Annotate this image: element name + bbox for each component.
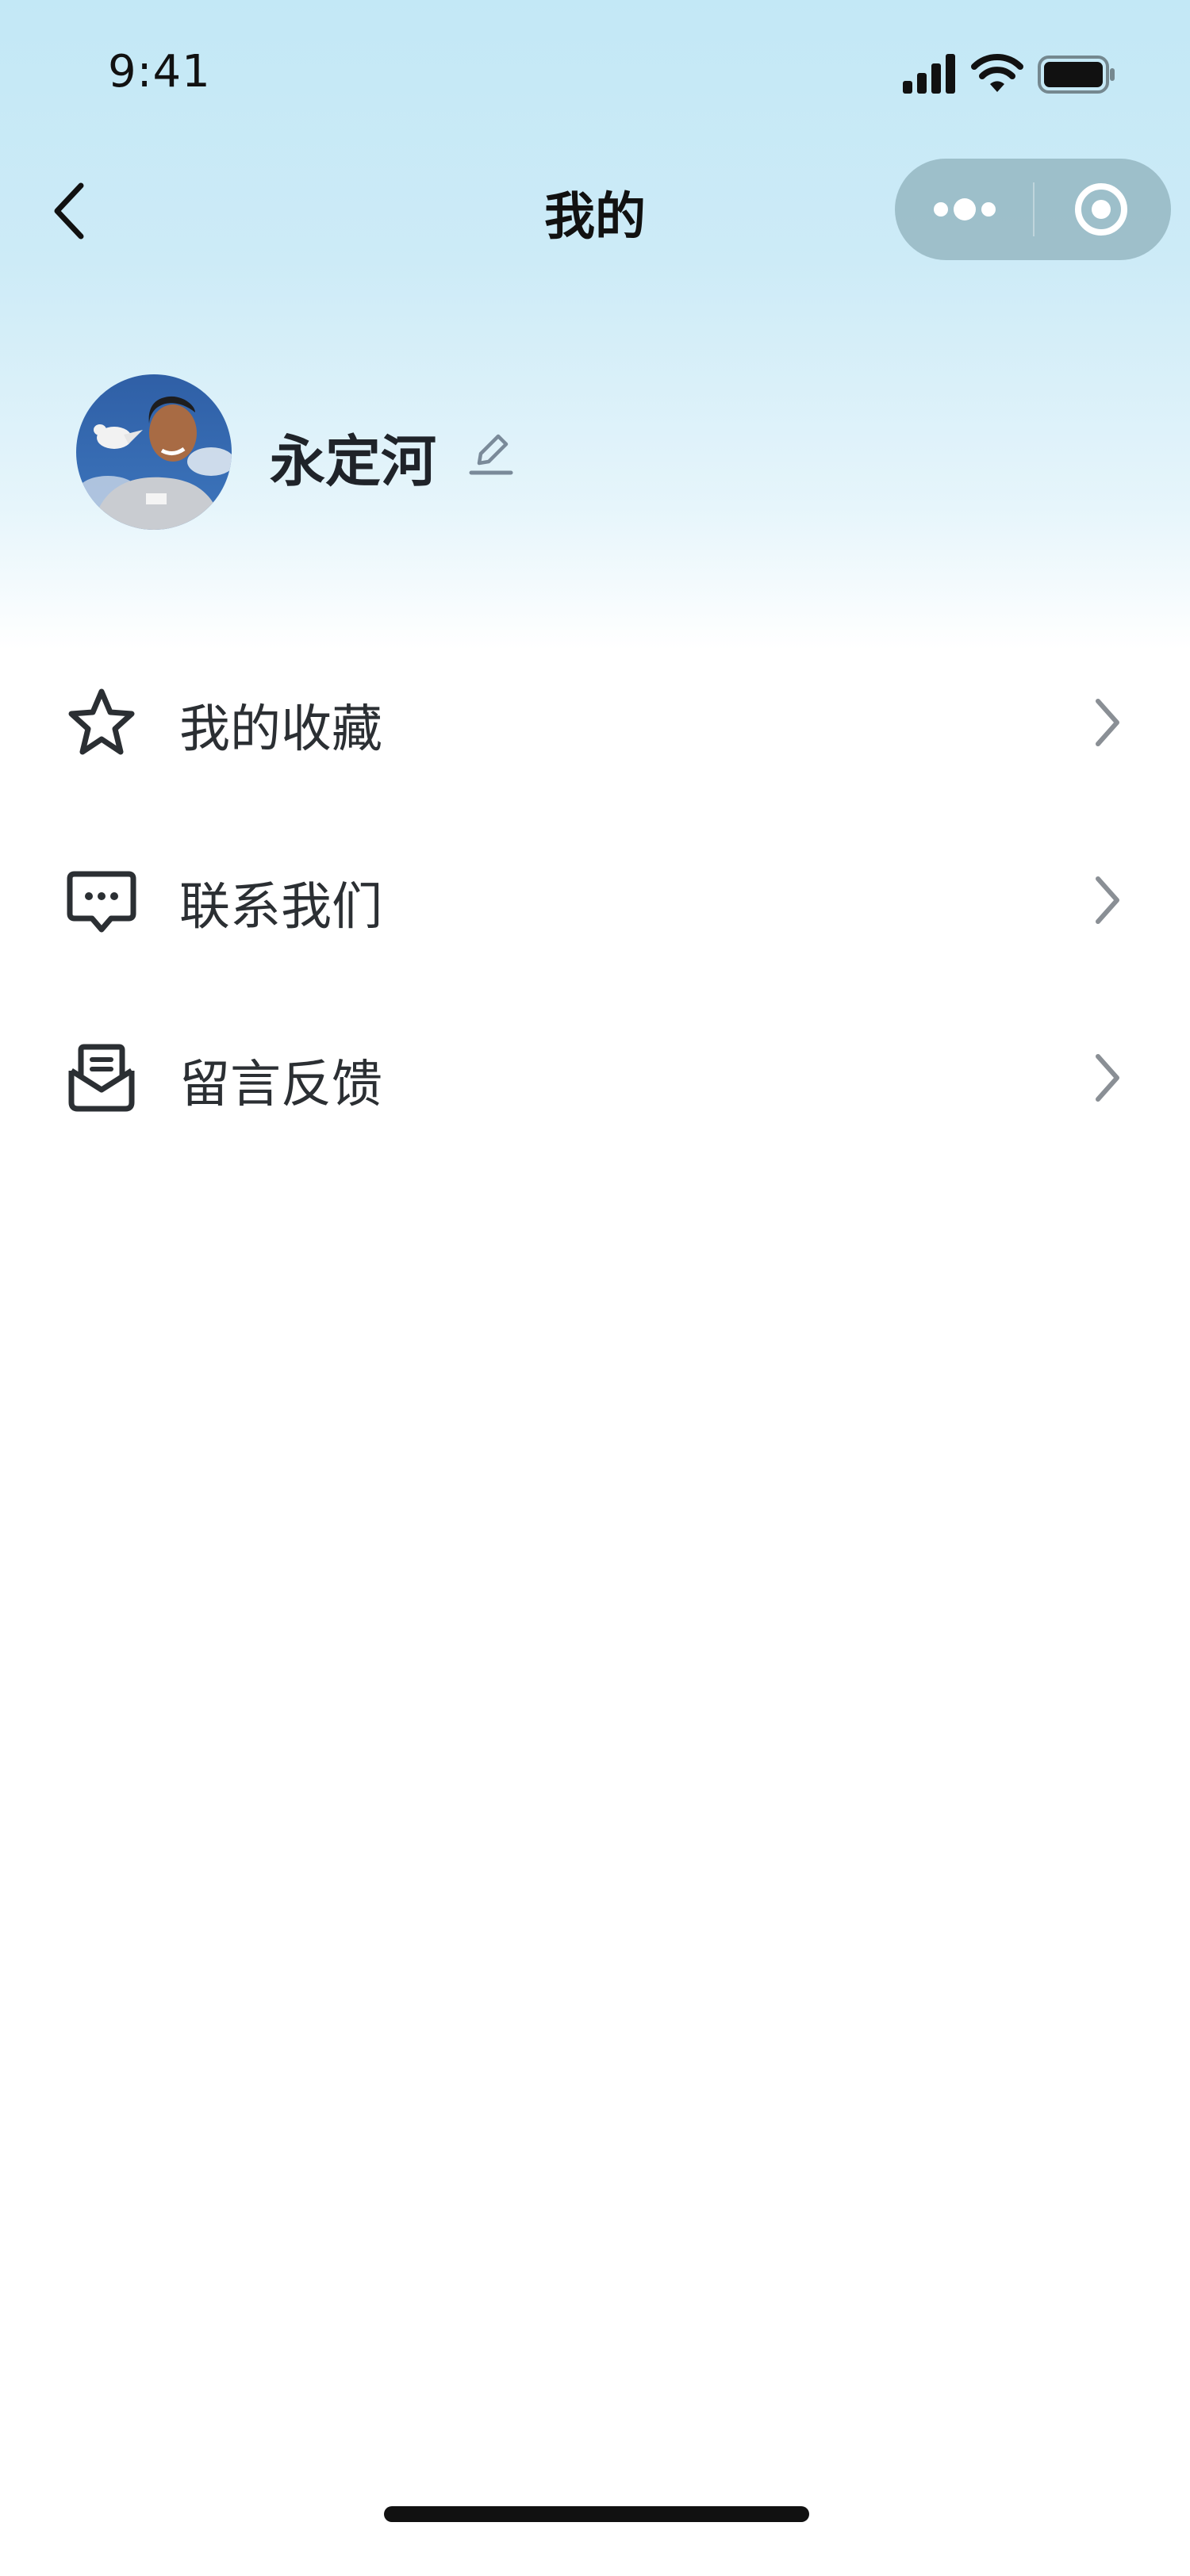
home-indicator[interactable] xyxy=(384,2506,809,2522)
menu-item-favorites[interactable]: 我的收藏 xyxy=(0,634,1190,812)
chevron-right-icon xyxy=(1096,699,1119,746)
more-dots-icon xyxy=(934,198,996,220)
avatar[interactable] xyxy=(76,374,232,530)
cellular-signal-icon xyxy=(903,54,955,94)
more-button[interactable] xyxy=(895,159,1033,260)
profile-screen: 9:41 我的 永定河 我的收藏 联系我们 留言反馈 xyxy=(0,0,1190,2576)
menu-item-label: 我的收藏 xyxy=(179,700,382,759)
menu-item-feedback[interactable]: 留言反馈 xyxy=(0,990,1190,1167)
chat-bubble-icon xyxy=(67,871,136,933)
pencil-icon xyxy=(469,434,513,475)
star-icon xyxy=(68,688,135,755)
avatar-photo xyxy=(76,374,232,530)
target-circle-icon xyxy=(1075,183,1127,236)
menu-item-label: 联系我们 xyxy=(179,878,382,937)
mini-program-capsule xyxy=(895,159,1171,260)
chevron-right-icon xyxy=(1096,1054,1119,1102)
menu-item-label: 留言反馈 xyxy=(179,1056,382,1114)
menu-item-contact-us[interactable]: 联系我们 xyxy=(0,812,1190,990)
close-mini-program-button[interactable] xyxy=(1035,159,1171,260)
chevron-right-icon xyxy=(1096,876,1119,924)
status-bar: 9:41 xyxy=(0,0,1190,151)
user-nickname: 永定河 xyxy=(270,429,436,494)
wifi-icon xyxy=(971,54,1023,92)
battery-icon xyxy=(1038,56,1115,94)
mail-icon xyxy=(68,1044,135,1112)
status-time: 9:41 xyxy=(108,46,211,98)
edit-nickname-button[interactable] xyxy=(468,428,516,479)
